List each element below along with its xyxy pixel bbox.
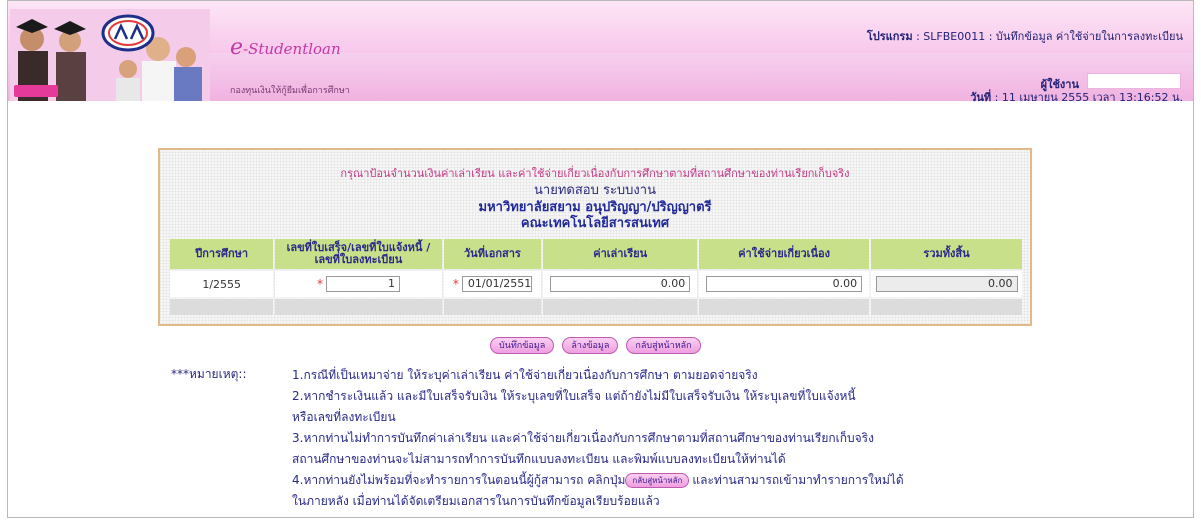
spacer-cell [699,299,870,315]
brand-suffix: -Studentloan [243,40,341,58]
required-mark: * [452,277,459,291]
related-cost-input[interactable]: 0.00 [706,276,863,292]
clear-button[interactable]: ล้างข้อมูล [562,337,619,354]
faculty-name: คณะเทคโนโลยีสารสนเทศ [520,216,670,231]
save-button[interactable]: บันทึกข้อมูล [490,337,555,354]
col-academic-year: ปีการศึกษา [170,239,274,269]
note-line-with-button: 4.หากท่านยังไม่พร้อมที่จะทำรายการในตอนนี… [292,470,904,491]
program-value: : SLFBE0011 : บันทึกข้อมูล ค่าใช้จ่ายในก… [916,30,1183,43]
col-receipt-no: เลขที่ใบเสร็จ/เลขที่ใบแจ้งหนี้ /เลขที่ใบ… [275,239,442,269]
total-cell: 0.00 [871,271,1022,297]
app-window: e-Studentloan กองทุนเงินให้กู้ยืมเพื่อกา… [7,0,1194,518]
table-header-row: ปีการศึกษา เลขที่ใบเสร็จ/เลขที่ใบแจ้งหนี… [170,239,1022,269]
note-text: และท่านสามารถเข้ามาทำรายการใหม่ได้ [692,473,904,487]
brand-prefix: e [230,35,244,60]
col-total: รวมทั้งสิ้น [871,239,1022,269]
notes-label: ***หมายเหตุ:: [171,367,247,381]
academic-year-value: 1/2555 [170,271,274,297]
spacer-cell [871,299,1022,315]
notes-list: 1.กรณีที่เป็นเหมาจ่าย ให้ระบุค่าเล่าเรีย… [292,365,904,512]
table-row: 1/2555 * 1 * 01/01/2551 0.00 0.00 0.00 [170,271,1022,297]
total-field: 0.00 [875,276,1018,292]
spacer-cell [443,299,542,315]
note-line: 1.กรณีที่เป็นเหมาจ่าย ให้ระบุค่าเล่าเรีย… [292,368,758,382]
program-label: โปรแกรม [866,30,913,43]
note-text: 4.หากท่านยังไม่พร้อมที่จะทำรายการในตอนนี… [292,473,626,487]
spacer-cell [170,299,274,315]
receipt-cell: * 1 [275,271,442,297]
note-line: 3.หากท่านไม่ทำการบันทึกค่าเล่าเรียน และค… [292,431,874,445]
doc-date-input[interactable]: 01/01/2551 [461,276,532,292]
col-tuition: ค่าเล่าเรียน [543,239,698,269]
agency-logo [101,14,155,52]
tuition-cell: 0.00 [543,271,698,297]
action-buttons: บันทึกข้อมูล ล้างข้อมูล กลับสู่หน้าหลัก [490,333,704,354]
col-related-cost: ค่าใช้จ่ายเกี่ยวเนื่อง [699,239,870,269]
note-line: 2.หากชำระเงินแล้ว และมีใบเสร็จรับเงิน ให… [292,389,856,403]
receipt-no-input[interactable]: 1 [325,276,400,292]
registration-cost-panel: กรุณาป้อนจำนวนเงินค่าเล่าเรียน และค่าใช้… [158,148,1032,326]
brand-subtitle: กองทุนเงินให้กู้ยืมเพื่อการศึกษา [230,86,350,96]
spacer-cell [275,299,442,315]
required-mark: * [316,277,323,291]
spacer-cell [543,299,698,315]
user-name-field [1087,73,1181,89]
table-spacer-row [170,299,1022,315]
date-value: : 11 เมษายน 2555 เวลา 13:16:52 น. [994,91,1183,104]
date-label: วันที่ [970,91,992,104]
related-cost-cell: 0.00 [699,271,870,297]
col-doc-date: วันที่เอกสาร [443,239,542,269]
brand-title: e-Studentloan [230,35,341,60]
tuition-input[interactable]: 0.00 [550,276,691,292]
cost-table: ปีการศึกษา เลขที่ใบเสร็จ/เลขที่ใบแจ้งหนี… [168,237,1024,317]
doc-date-cell: * 01/01/2551 [443,271,542,297]
header-banner: e-Studentloan กองทุนเงินให้กู้ยืมเพื่อกา… [8,1,1193,104]
inline-back-to-home-button[interactable]: กลับสู่หน้าหลัก [625,473,690,488]
note-line: หรือเลขที่ลงทะเบียน [292,410,396,424]
program-info: โปรแกรม : SLFBE0011 : บันทึกข้อมูล ค่าใช… [867,27,1183,45]
note-line: สถานศึกษาของท่านจะไม่สามารถทำการบันทึกแบ… [292,452,786,466]
note-line: ในภายหลัง เมื่อท่านได้จัดเตรียมเอกสารในก… [292,494,660,508]
date-info: วันที่ : 11 เมษายน 2555 เวลา 13:16:52 น. [970,88,1183,106]
back-to-home-button[interactable]: กลับสู่หน้าหลัก [626,337,701,354]
